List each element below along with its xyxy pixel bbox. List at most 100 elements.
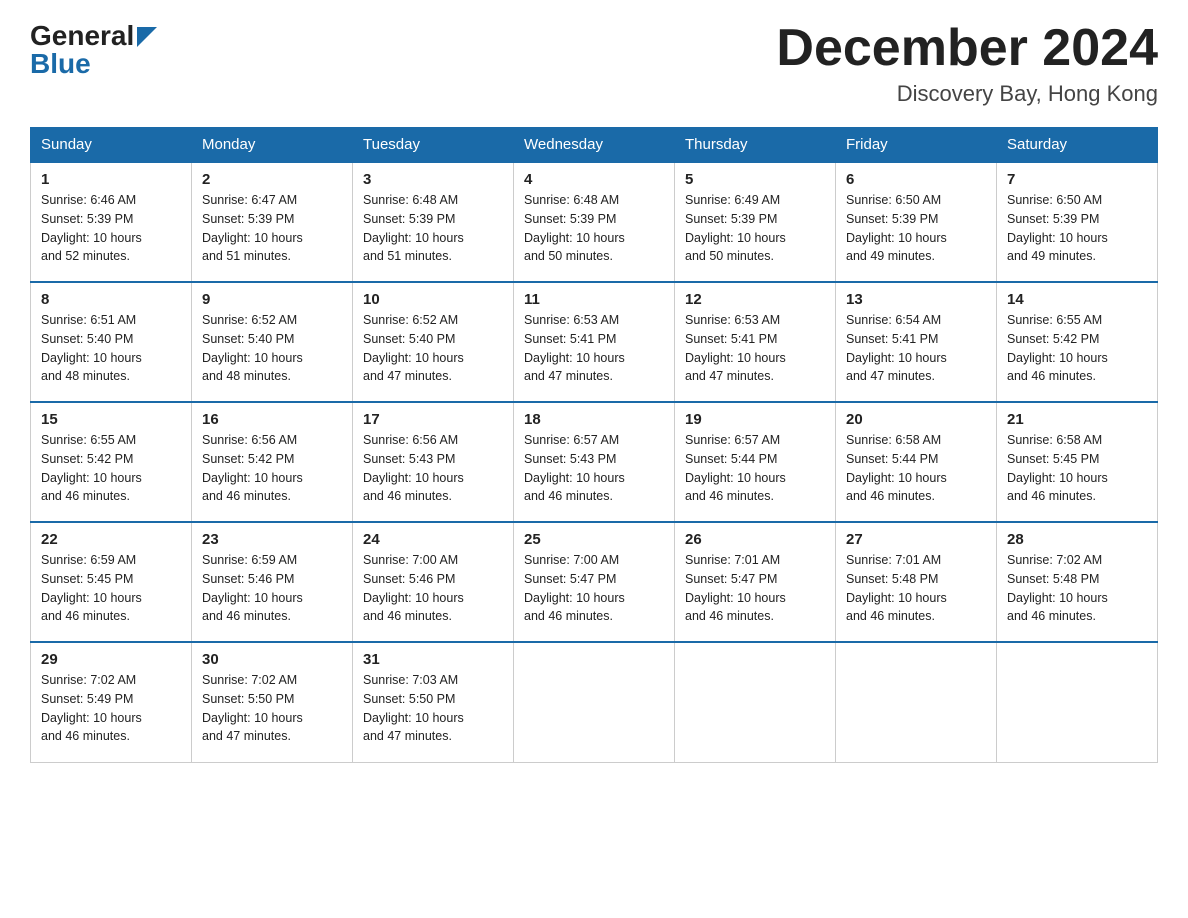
day-number: 14 bbox=[1007, 291, 1147, 308]
day-info: Sunrise: 6:55 AMSunset: 5:42 PMDaylight:… bbox=[1007, 313, 1108, 383]
calendar-cell: 22 Sunrise: 6:59 AMSunset: 5:45 PMDayligh… bbox=[31, 522, 192, 642]
calendar-cell: 19 Sunrise: 6:57 AMSunset: 5:44 PMDayligh… bbox=[675, 402, 836, 522]
col-header-wednesday: Wednesday bbox=[514, 128, 675, 163]
day-number: 23 bbox=[202, 531, 342, 548]
day-number: 20 bbox=[846, 411, 986, 428]
calendar-cell bbox=[675, 642, 836, 762]
calendar-cell: 28 Sunrise: 7:02 AMSunset: 5:48 PMDayligh… bbox=[997, 522, 1158, 642]
day-info: Sunrise: 7:01 AMSunset: 5:48 PMDaylight:… bbox=[846, 553, 947, 623]
day-number: 31 bbox=[363, 651, 503, 668]
day-number: 8 bbox=[41, 291, 181, 308]
calendar-cell: 24 Sunrise: 7:00 AMSunset: 5:46 PMDayligh… bbox=[353, 522, 514, 642]
calendar-week-row: 8 Sunrise: 6:51 AMSunset: 5:40 PMDaylight… bbox=[31, 282, 1158, 402]
calendar-cell: 25 Sunrise: 7:00 AMSunset: 5:47 PMDayligh… bbox=[514, 522, 675, 642]
day-number: 30 bbox=[202, 651, 342, 668]
day-number: 18 bbox=[524, 411, 664, 428]
logo: General Blue bbox=[30, 20, 157, 80]
calendar-cell: 31 Sunrise: 7:03 AMSunset: 5:50 PMDayligh… bbox=[353, 642, 514, 762]
day-number: 7 bbox=[1007, 171, 1147, 188]
day-number: 1 bbox=[41, 171, 181, 188]
day-number: 5 bbox=[685, 171, 825, 188]
day-number: 6 bbox=[846, 171, 986, 188]
calendar-week-row: 22 Sunrise: 6:59 AMSunset: 5:45 PMDayligh… bbox=[31, 522, 1158, 642]
day-number: 15 bbox=[41, 411, 181, 428]
day-info: Sunrise: 6:53 AMSunset: 5:41 PMDaylight:… bbox=[524, 313, 625, 383]
day-info: Sunrise: 6:56 AMSunset: 5:43 PMDaylight:… bbox=[363, 433, 464, 503]
day-number: 12 bbox=[685, 291, 825, 308]
day-info: Sunrise: 6:54 AMSunset: 5:41 PMDaylight:… bbox=[846, 313, 947, 383]
day-info: Sunrise: 6:56 AMSunset: 5:42 PMDaylight:… bbox=[202, 433, 303, 503]
calendar-cell: 20 Sunrise: 6:58 AMSunset: 5:44 PMDayligh… bbox=[836, 402, 997, 522]
logo-blue-text: Blue bbox=[30, 48, 91, 80]
day-number: 13 bbox=[846, 291, 986, 308]
day-info: Sunrise: 6:47 AMSunset: 5:39 PMDaylight:… bbox=[202, 193, 303, 263]
day-info: Sunrise: 7:00 AMSunset: 5:46 PMDaylight:… bbox=[363, 553, 464, 623]
col-header-saturday: Saturday bbox=[997, 128, 1158, 163]
day-info: Sunrise: 6:58 AMSunset: 5:44 PMDaylight:… bbox=[846, 433, 947, 503]
calendar-cell bbox=[514, 642, 675, 762]
month-title: December 2024 bbox=[776, 20, 1158, 77]
day-info: Sunrise: 6:46 AMSunset: 5:39 PMDaylight:… bbox=[41, 193, 142, 263]
day-info: Sunrise: 7:02 AMSunset: 5:50 PMDaylight:… bbox=[202, 673, 303, 743]
day-number: 26 bbox=[685, 531, 825, 548]
calendar-cell: 23 Sunrise: 6:59 AMSunset: 5:46 PMDayligh… bbox=[192, 522, 353, 642]
day-number: 21 bbox=[1007, 411, 1147, 428]
calendar-cell: 11 Sunrise: 6:53 AMSunset: 5:41 PMDayligh… bbox=[514, 282, 675, 402]
col-header-monday: Monday bbox=[192, 128, 353, 163]
day-number: 10 bbox=[363, 291, 503, 308]
day-info: Sunrise: 6:50 AMSunset: 5:39 PMDaylight:… bbox=[846, 193, 947, 263]
day-number: 19 bbox=[685, 411, 825, 428]
calendar-cell: 1 Sunrise: 6:46 AMSunset: 5:39 PMDaylight… bbox=[31, 162, 192, 282]
col-header-sunday: Sunday bbox=[31, 128, 192, 163]
day-info: Sunrise: 7:02 AMSunset: 5:48 PMDaylight:… bbox=[1007, 553, 1108, 623]
calendar-cell: 8 Sunrise: 6:51 AMSunset: 5:40 PMDaylight… bbox=[31, 282, 192, 402]
day-info: Sunrise: 7:03 AMSunset: 5:50 PMDaylight:… bbox=[363, 673, 464, 743]
day-number: 11 bbox=[524, 291, 664, 308]
calendar-cell: 30 Sunrise: 7:02 AMSunset: 5:50 PMDayligh… bbox=[192, 642, 353, 762]
day-info: Sunrise: 7:01 AMSunset: 5:47 PMDaylight:… bbox=[685, 553, 786, 623]
day-number: 22 bbox=[41, 531, 181, 548]
calendar-week-row: 1 Sunrise: 6:46 AMSunset: 5:39 PMDaylight… bbox=[31, 162, 1158, 282]
day-info: Sunrise: 6:52 AMSunset: 5:40 PMDaylight:… bbox=[363, 313, 464, 383]
day-info: Sunrise: 6:59 AMSunset: 5:46 PMDaylight:… bbox=[202, 553, 303, 623]
calendar-cell: 12 Sunrise: 6:53 AMSunset: 5:41 PMDayligh… bbox=[675, 282, 836, 402]
calendar-cell: 10 Sunrise: 6:52 AMSunset: 5:40 PMDayligh… bbox=[353, 282, 514, 402]
day-number: 24 bbox=[363, 531, 503, 548]
calendar-cell: 27Sunrise: 7:01 AMSunset: 5:48 PMDayligh… bbox=[836, 522, 997, 642]
day-info: Sunrise: 6:49 AMSunset: 5:39 PMDaylight:… bbox=[685, 193, 786, 263]
day-info: Sunrise: 6:57 AMSunset: 5:44 PMDaylight:… bbox=[685, 433, 786, 503]
calendar-cell: 18Sunrise: 6:57 AMSunset: 5:43 PMDayligh… bbox=[514, 402, 675, 522]
day-number: 9 bbox=[202, 291, 342, 308]
col-header-tuesday: Tuesday bbox=[353, 128, 514, 163]
day-info: Sunrise: 7:02 AMSunset: 5:49 PMDaylight:… bbox=[41, 673, 142, 743]
day-info: Sunrise: 7:00 AMSunset: 5:47 PMDaylight:… bbox=[524, 553, 625, 623]
location-subtitle: Discovery Bay, Hong Kong bbox=[776, 81, 1158, 107]
day-info: Sunrise: 6:51 AMSunset: 5:40 PMDaylight:… bbox=[41, 313, 142, 383]
title-section: December 2024 Discovery Bay, Hong Kong bbox=[776, 20, 1158, 107]
calendar-cell: 5 Sunrise: 6:49 AMSunset: 5:39 PMDaylight… bbox=[675, 162, 836, 282]
calendar-cell: 13 Sunrise: 6:54 AMSunset: 5:41 PMDayligh… bbox=[836, 282, 997, 402]
calendar-cell bbox=[997, 642, 1158, 762]
logo-arrow-icon bbox=[137, 27, 157, 47]
calendar-cell: 4Sunrise: 6:48 AMSunset: 5:39 PMDaylight… bbox=[514, 162, 675, 282]
page-header: General Blue December 2024 Discovery Bay… bbox=[30, 20, 1158, 107]
day-info: Sunrise: 6:59 AMSunset: 5:45 PMDaylight:… bbox=[41, 553, 142, 623]
calendar-cell: 6 Sunrise: 6:50 AMSunset: 5:39 PMDaylight… bbox=[836, 162, 997, 282]
day-info: Sunrise: 6:48 AMSunset: 5:39 PMDaylight:… bbox=[524, 193, 625, 263]
day-info: Sunrise: 6:48 AMSunset: 5:39 PMDaylight:… bbox=[363, 193, 464, 263]
calendar-week-row: 29Sunrise: 7:02 AMSunset: 5:49 PMDayligh… bbox=[31, 642, 1158, 762]
calendar-cell: 29Sunrise: 7:02 AMSunset: 5:49 PMDayligh… bbox=[31, 642, 192, 762]
day-info: Sunrise: 6:53 AMSunset: 5:41 PMDaylight:… bbox=[685, 313, 786, 383]
calendar-cell: 2Sunrise: 6:47 AMSunset: 5:39 PMDaylight… bbox=[192, 162, 353, 282]
day-number: 25 bbox=[524, 531, 664, 548]
day-info: Sunrise: 6:52 AMSunset: 5:40 PMDaylight:… bbox=[202, 313, 303, 383]
calendar-week-row: 15Sunrise: 6:55 AMSunset: 5:42 PMDayligh… bbox=[31, 402, 1158, 522]
calendar-table: SundayMondayTuesdayWednesdayThursdayFrid… bbox=[30, 127, 1158, 763]
day-number: 28 bbox=[1007, 531, 1147, 548]
calendar-cell: 7 Sunrise: 6:50 AMSunset: 5:39 PMDaylight… bbox=[997, 162, 1158, 282]
calendar-header-row: SundayMondayTuesdayWednesdayThursdayFrid… bbox=[31, 128, 1158, 163]
calendar-cell: 15Sunrise: 6:55 AMSunset: 5:42 PMDayligh… bbox=[31, 402, 192, 522]
calendar-cell: 21Sunrise: 6:58 AMSunset: 5:45 PMDayligh… bbox=[997, 402, 1158, 522]
day-info: Sunrise: 6:50 AMSunset: 5:39 PMDaylight:… bbox=[1007, 193, 1108, 263]
calendar-cell: 14 Sunrise: 6:55 AMSunset: 5:42 PMDayligh… bbox=[997, 282, 1158, 402]
